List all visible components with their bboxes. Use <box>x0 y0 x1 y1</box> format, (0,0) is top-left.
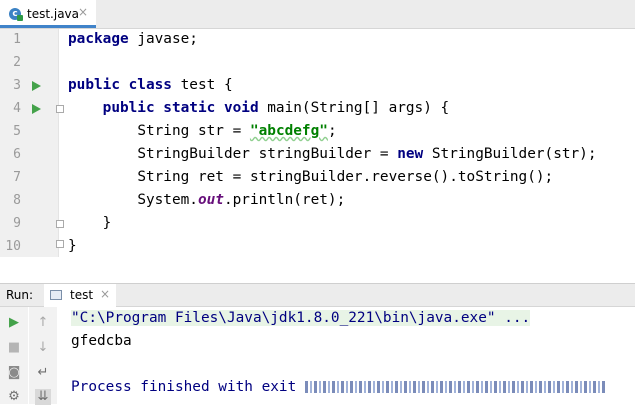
line-number: 5 <box>13 124 21 139</box>
code-text: public class test { <box>68 77 233 93</box>
fold-icon[interactable] <box>56 240 64 248</box>
scroll-to-end-icon[interactable]: ⇊ <box>35 389 51 405</box>
run-toolbar-left: ▶ ■ ◙ ⚙ <box>0 307 28 404</box>
code-text: } <box>68 238 77 254</box>
run-gutter-icon[interactable] <box>32 104 41 114</box>
line-number: 2 <box>13 55 21 70</box>
run-label: Run: <box>6 288 34 302</box>
java-class-icon: c <box>9 8 23 21</box>
code-line: 9 } <box>0 213 635 236</box>
settings-icon[interactable]: ⚙ <box>6 389 22 405</box>
up-arrow-icon[interactable]: ↑ <box>35 315 51 331</box>
code-text: package javase; <box>68 31 198 47</box>
console-output[interactable]: "C:\Program Files\Java\jdk1.8.0_221\bin\… <box>58 307 635 404</box>
editor-tab-bar: c test.java × <box>0 0 635 29</box>
editor-tab-label: test.java <box>27 7 80 21</box>
camera-icon[interactable]: ◙ <box>6 365 22 381</box>
code-line: 6 StringBuilder stringBuilder = new Stri… <box>0 144 635 167</box>
run-gutter-icon[interactable] <box>32 81 41 91</box>
soft-wrap-icon[interactable]: ↵ <box>35 365 51 381</box>
code-text: String ret = stringBuilder.reverse().toS… <box>137 169 554 185</box>
console-process-line: Process finished with exit <box>71 379 605 395</box>
rerun-icon[interactable]: ▶ <box>6 315 22 331</box>
line-number: 7 <box>13 170 21 185</box>
code-text: StringBuilder stringBuilder = new String… <box>137 146 597 162</box>
stop-icon[interactable]: ■ <box>6 340 22 356</box>
code-text: System.out.println(ret); <box>137 192 346 208</box>
code-text: } <box>102 215 112 231</box>
editor-tab-test-java[interactable]: c test.java × <box>0 0 96 28</box>
line-number: 1 <box>13 32 21 47</box>
line-number: 9 <box>13 216 21 231</box>
fold-icon[interactable] <box>56 105 64 113</box>
run-tool-window-header: Run: test × <box>0 283 635 307</box>
code-line: 1 package javase; <box>0 29 635 52</box>
code-line: 4 public static void main(String[] args)… <box>0 98 635 121</box>
line-number: 10 <box>5 239 21 254</box>
line-number: 3 <box>13 78 21 93</box>
line-number: 4 <box>13 101 21 116</box>
code-line: 5 String str = "abcdefg"; <box>0 121 635 144</box>
garbled-text <box>304 381 605 393</box>
code-text: public static void main(String[] args) { <box>102 100 450 116</box>
fold-icon[interactable] <box>56 220 64 228</box>
code-editor[interactable]: 1 package javase; 2 3 public class test … <box>0 29 635 257</box>
down-arrow-icon[interactable]: ↓ <box>35 340 51 356</box>
console-output-line: gfedcba <box>71 333 132 349</box>
code-line: 10 } <box>0 236 635 259</box>
run-tab-label: test <box>70 288 94 302</box>
run-toolbar-right: ↑ ↓ ↵ ⇊ <box>29 307 57 405</box>
line-number: 6 <box>13 147 21 162</box>
close-icon[interactable]: × <box>100 287 110 301</box>
code-line: 3 public class test { <box>0 75 635 98</box>
run-tab-test[interactable]: test × <box>44 284 116 307</box>
code-line: 2 <box>0 52 635 75</box>
code-line: 8 System.out.println(ret); <box>0 190 635 213</box>
code-text: String str = "abcdefg"; <box>137 123 337 139</box>
line-number: 8 <box>13 193 21 208</box>
run-config-icon <box>50 290 62 300</box>
code-line: 7 String ret = stringBuilder.reverse().t… <box>0 167 635 190</box>
console-command-line: "C:\Program Files\Java\jdk1.8.0_221\bin\… <box>71 310 531 326</box>
close-icon[interactable]: × <box>78 5 88 19</box>
